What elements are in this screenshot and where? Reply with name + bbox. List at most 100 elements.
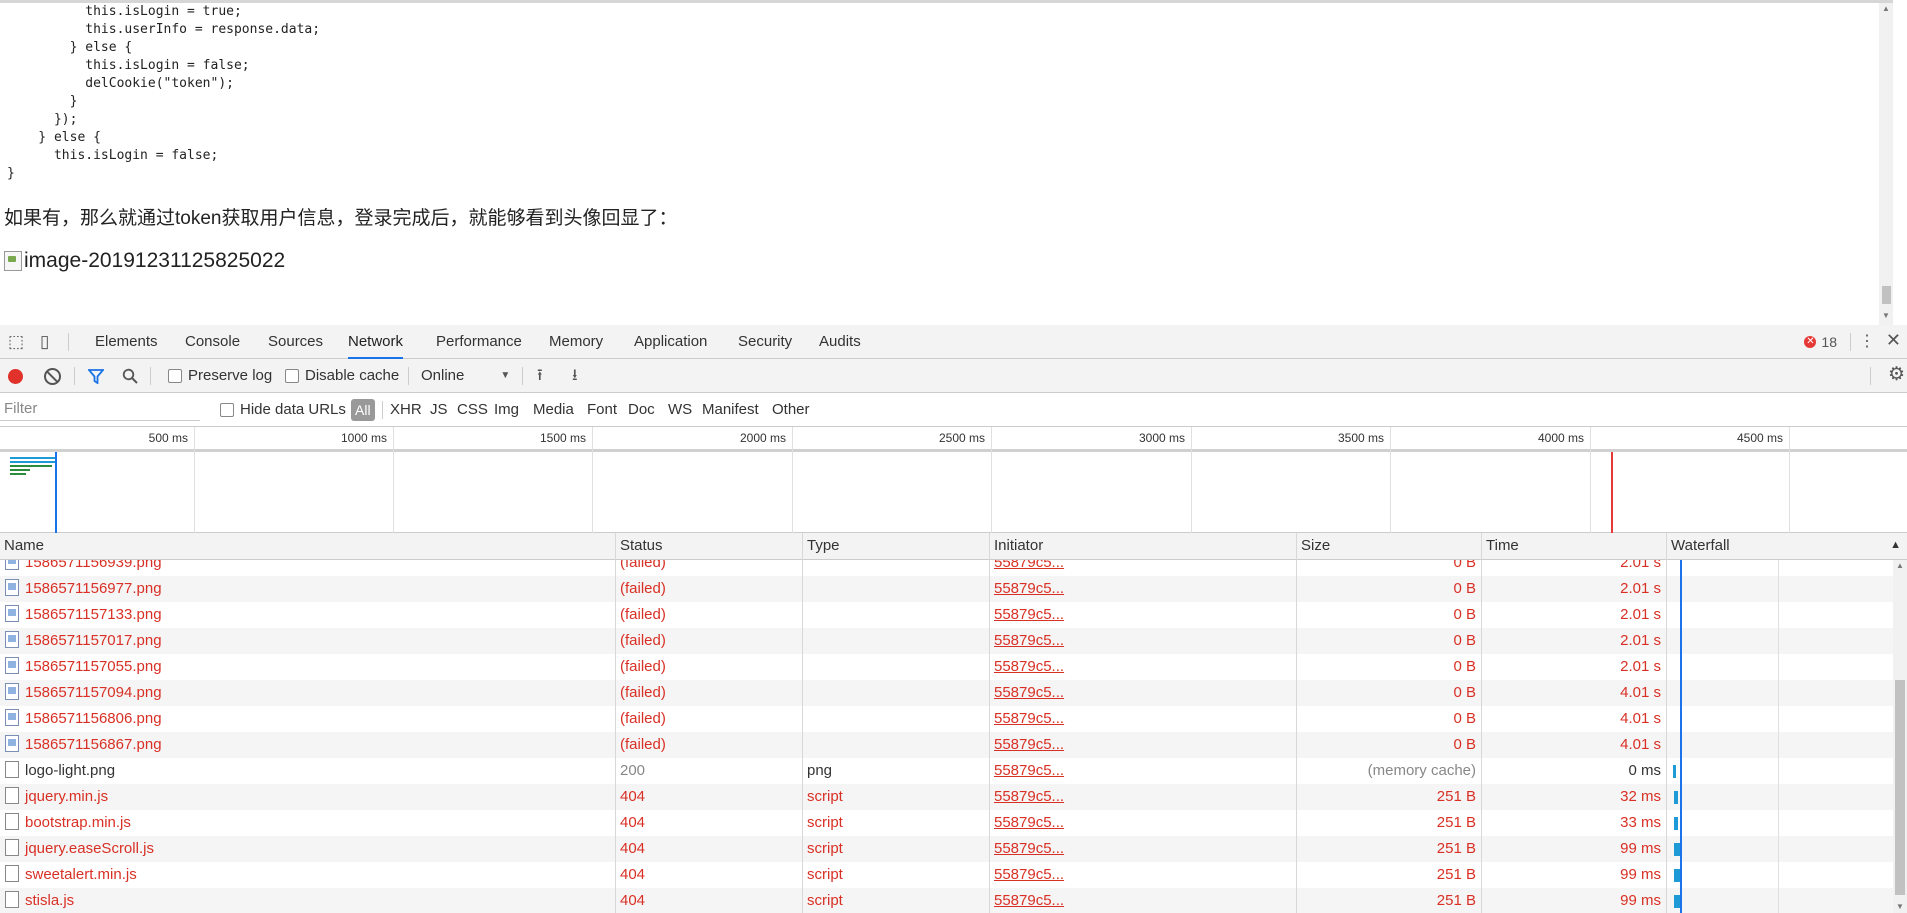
filter-type-doc[interactable]: Doc <box>628 393 655 427</box>
request-name[interactable]: 1586571157094.png <box>0 680 615 706</box>
request-table-scrollbar[interactable]: ▲ ▼ <box>1893 560 1907 913</box>
column-header-type[interactable]: Type <box>802 533 989 559</box>
scroll-up-icon[interactable]: ▲ <box>1896 562 1904 570</box>
clear-button[interactable] <box>44 368 61 385</box>
preserve-log-box[interactable] <box>168 369 182 383</box>
more-options-icon[interactable]: ⋮ <box>1859 333 1875 350</box>
filter-input[interactable] <box>0 397 200 421</box>
throttling-select[interactable]: Online ▼ <box>421 359 510 393</box>
sort-ascending-icon[interactable]: ▲ <box>1890 539 1901 551</box>
request-name[interactable]: logo-light.png <box>0 758 615 784</box>
request-name[interactable]: sweetalert.min.js <box>0 862 615 888</box>
request-initiator[interactable]: 55879c5... <box>989 784 1296 810</box>
scroll-down-icon[interactable]: ▼ <box>1882 312 1890 320</box>
tab-application[interactable]: Application <box>634 325 707 359</box>
request-initiator[interactable]: 55879c5... <box>989 836 1296 862</box>
filter-type-other[interactable]: Other <box>772 393 810 427</box>
request-initiator[interactable]: 55879c5... <box>989 810 1296 836</box>
record-button[interactable] <box>8 369 23 384</box>
request-name[interactable]: jquery.min.js <box>0 784 615 810</box>
request-name[interactable]: 1586571156867.png <box>0 732 615 758</box>
page-scrollbar[interactable]: ▲ ▼ <box>1879 3 1893 325</box>
column-header-waterfall[interactable]: Waterfall <box>1666 533 1907 559</box>
table-row[interactable]: 1586571156977.png (failed) 55879c5... 0 B 2.… <box>0 576 1893 602</box>
request-initiator[interactable]: 55879c5... <box>989 602 1296 628</box>
table-row[interactable]: bootstrap.min.js 404 script 55879c5... 251 B… <box>0 810 1893 836</box>
disable-cache-checkbox[interactable]: Disable cache <box>285 359 399 393</box>
request-initiator[interactable]: 55879c5... <box>989 732 1296 758</box>
tab-audits[interactable]: Audits <box>819 325 861 359</box>
table-row[interactable]: logo-light.png 200 png 55879c5... (memory ca… <box>0 758 1893 784</box>
filter-type-css[interactable]: CSS <box>457 393 488 427</box>
table-row[interactable]: 1586571156939.png (failed) 55879c5... 0 B 2.… <box>0 560 1893 576</box>
filter-type-media[interactable]: Media <box>533 393 574 427</box>
filter-type-manifest[interactable]: Manifest <box>702 393 759 427</box>
request-name[interactable]: jquery.easeScroll.js <box>0 836 615 862</box>
import-har-icon[interactable]: ⭱ <box>537 367 543 384</box>
request-name[interactable]: 1586571156977.png <box>0 576 615 602</box>
request-initiator[interactable]: 55879c5... <box>989 576 1296 602</box>
request-initiator[interactable]: 55879c5... <box>989 758 1296 784</box>
tab-security[interactable]: Security <box>738 325 792 359</box>
table-row[interactable]: 1586571156806.png (failed) 55879c5... 0 B 4.… <box>0 706 1893 732</box>
request-name[interactable]: 1586571156806.png <box>0 706 615 732</box>
request-name[interactable]: stisla.js <box>0 888 615 913</box>
inspect-element-icon[interactable]: ⬚ <box>8 333 24 350</box>
request-name[interactable]: bootstrap.min.js <box>0 810 615 836</box>
table-row[interactable]: jquery.min.js 404 script 55879c5... 251 B 32 … <box>0 784 1893 810</box>
column-header-size[interactable]: Size <box>1296 533 1481 559</box>
hide-data-urls-box[interactable] <box>220 403 234 417</box>
device-toolbar-icon[interactable]: ▯ <box>40 333 49 350</box>
scroll-up-icon[interactable]: ▲ <box>1882 5 1890 13</box>
table-row[interactable]: stisla.js 404 script 55879c5... 251 B 99 ms <box>0 888 1893 913</box>
request-name[interactable]: 1586571157055.png <box>0 654 615 680</box>
request-name[interactable]: 1586571157017.png <box>0 628 615 654</box>
column-header-status[interactable]: Status <box>615 533 802 559</box>
request-name[interactable]: 1586571157133.png <box>0 602 615 628</box>
table-row[interactable]: 1586571156867.png (failed) 55879c5... 0 B 4.… <box>0 732 1893 758</box>
network-overview[interactable]: 500 ms 1000 ms 1500 ms 2000 ms 2500 ms 3000 m… <box>0 427 1907 533</box>
table-row[interactable]: 1586571157133.png (failed) 55879c5... 0 B 2.… <box>0 602 1893 628</box>
filter-type-all[interactable]: All <box>351 399 375 421</box>
page-scroll-thumb[interactable] <box>1882 286 1891 304</box>
export-har-icon[interactable]: ⭳ <box>572 367 578 384</box>
hide-data-urls-checkbox[interactable]: Hide data URLs <box>220 393 346 427</box>
table-row[interactable]: 1586571157055.png (failed) 55879c5... 0 B 2.… <box>0 654 1893 680</box>
request-initiator[interactable]: 55879c5... <box>989 628 1296 654</box>
filter-type-xhr[interactable]: XHR <box>390 393 422 427</box>
table-row[interactable]: 1586571157094.png (failed) 55879c5... 0 B 4.… <box>0 680 1893 706</box>
column-header-initiator[interactable]: Initiator <box>989 533 1296 559</box>
search-icon[interactable] <box>122 368 138 384</box>
table-row[interactable]: 1586571157017.png (failed) 55879c5... 0 B 2.… <box>0 628 1893 654</box>
filter-type-img[interactable]: Img <box>494 393 519 427</box>
table-row[interactable]: sweetalert.min.js 404 script 55879c5... 251 … <box>0 862 1893 888</box>
disable-cache-box[interactable] <box>285 369 299 383</box>
request-initiator[interactable]: 55879c5... <box>989 706 1296 732</box>
tab-performance[interactable]: Performance <box>436 325 522 359</box>
tab-elements[interactable]: Elements <box>95 325 158 359</box>
tab-sources[interactable]: Sources <box>268 325 323 359</box>
request-initiator[interactable]: 55879c5... <box>989 888 1296 913</box>
filter-icon[interactable] <box>88 369 104 384</box>
request-name[interactable]: 1586571156939.png <box>0 560 615 576</box>
scroll-down-icon[interactable]: ▼ <box>1896 903 1904 911</box>
tab-console[interactable]: Console <box>185 325 240 359</box>
request-initiator[interactable]: 55879c5... <box>989 654 1296 680</box>
table-row[interactable]: jquery.easeScroll.js 404 script 55879c5... 2… <box>0 836 1893 862</box>
tab-memory[interactable]: Memory <box>549 325 603 359</box>
table-scroll-thumb[interactable] <box>1895 680 1905 895</box>
error-counter[interactable]: ✕ 18 <box>1804 334 1837 350</box>
close-devtools-icon[interactable]: ✕ <box>1886 331 1901 349</box>
settings-gear-icon[interactable]: ⚙ <box>1888 365 1905 384</box>
request-initiator[interactable]: 55879c5... <box>989 560 1296 576</box>
tab-network[interactable]: Network <box>348 325 404 359</box>
filter-type-font[interactable]: Font <box>587 393 617 427</box>
column-header-time[interactable]: Time <box>1481 533 1666 559</box>
column-header-name[interactable]: Name <box>0 533 615 559</box>
request-initiator[interactable]: 55879c5... <box>989 680 1296 706</box>
filter-type-ws[interactable]: WS <box>668 393 692 427</box>
filter-type-js[interactable]: JS <box>430 393 448 427</box>
request-initiator[interactable]: 55879c5... <box>989 862 1296 888</box>
request-type: script <box>807 892 843 909</box>
preserve-log-checkbox[interactable]: Preserve log <box>168 359 272 393</box>
